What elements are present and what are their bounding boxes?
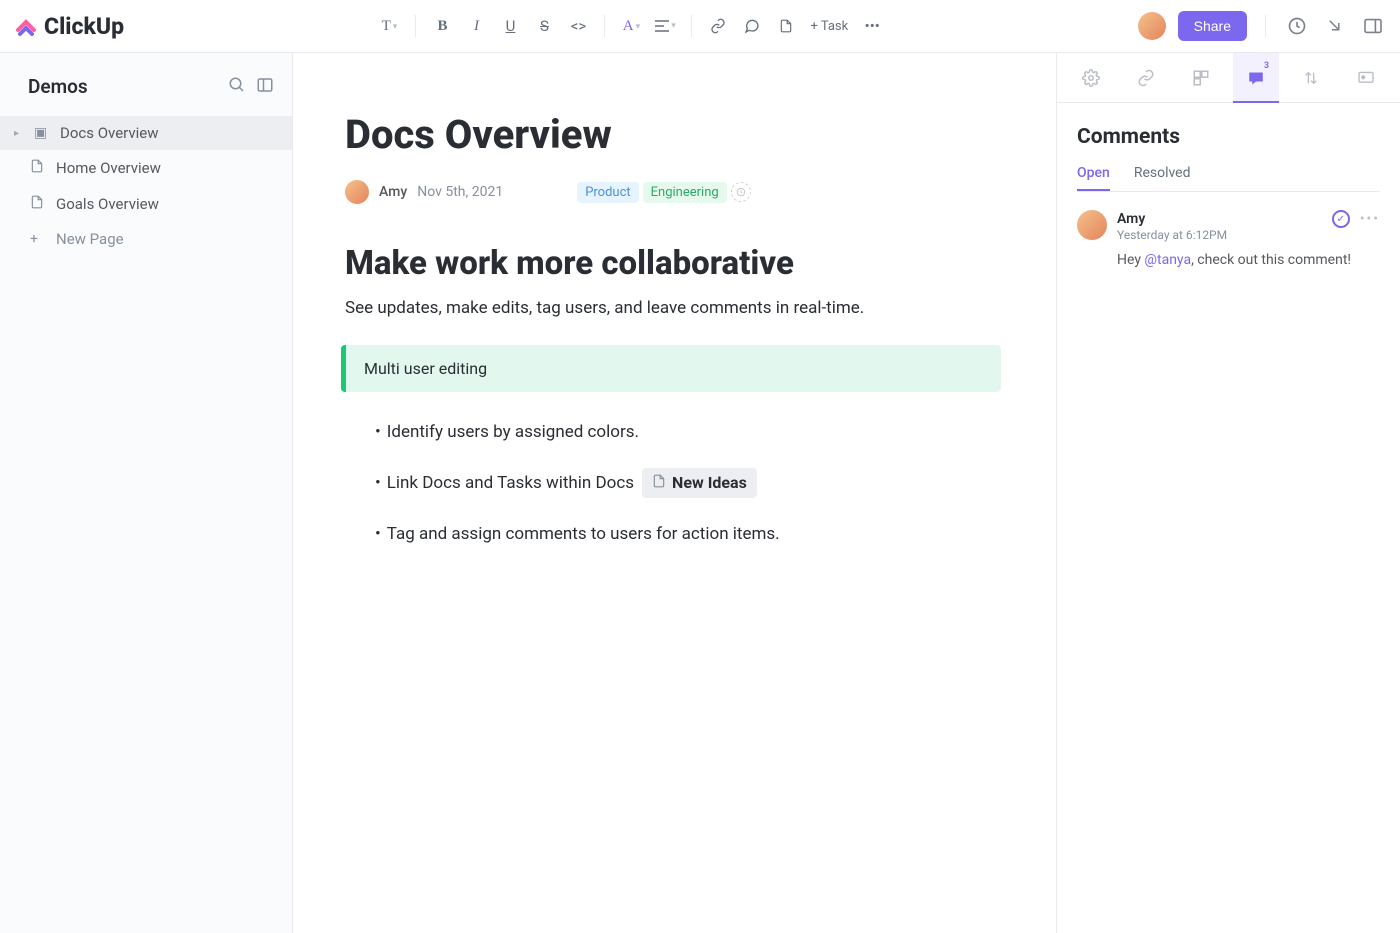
topbar-right: Share <box>1138 11 1386 41</box>
sidebar-item-label: Docs Overview <box>60 124 159 142</box>
brand-name: ClickUp <box>44 13 124 40</box>
text-style-button[interactable]: T▾ <box>375 12 403 40</box>
sidebar-item-goals-overview[interactable]: Goals Overview <box>0 186 292 222</box>
export-icon[interactable] <box>1322 13 1348 39</box>
caret-icon: ▸ <box>14 128 24 139</box>
comments-title: Comments <box>1077 125 1380 149</box>
space-title: Demos <box>28 75 88 98</box>
doc-list: Identify users by assigned colors. Link … <box>345 422 993 544</box>
inline-task-chip[interactable]: New Ideas <box>642 468 757 498</box>
document-area: Docs Overview Amy Nov 5th, 2021 Product … <box>293 53 1400 933</box>
doc-icon: ▣ <box>34 125 50 141</box>
doc-heading[interactable]: Make work more collaborative <box>345 244 993 283</box>
attach-button[interactable] <box>772 12 800 40</box>
plus-icon: + <box>30 231 46 247</box>
history-icon[interactable] <box>1284 13 1310 39</box>
add-task-button[interactable]: + Task <box>806 19 852 34</box>
separator <box>691 15 692 37</box>
top-toolbar: ClickUp T▾ B I U S <> A▾ ▾ + Task ••• Sh… <box>0 0 1400 53</box>
sidebar-item-label: Home Overview <box>56 159 161 177</box>
comment-more-icon[interactable]: ••• <box>1360 211 1380 227</box>
separator <box>1265 15 1266 37</box>
comment-avatar <box>1077 210 1107 240</box>
sidebar-item-label: Goals Overview <box>56 195 159 213</box>
strikethrough-button[interactable]: S <box>530 12 558 40</box>
comment-author: Amy <box>1117 211 1145 227</box>
callout-block[interactable]: Multi user editing <box>341 345 1001 392</box>
resolve-comment-icon[interactable]: ✓ <box>1332 210 1350 228</box>
sidebar-item-home-overview[interactable]: Home Overview <box>0 150 292 186</box>
rail-tab-templates[interactable] <box>1178 53 1224 103</box>
comments-tab-open[interactable]: Open <box>1077 165 1110 191</box>
doc-meta: Amy Nov 5th, 2021 Product Engineering <box>345 180 993 204</box>
comment-button[interactable] <box>738 12 766 40</box>
add-tag-button[interactable] <box>731 182 751 202</box>
comments-pane: Comments Open Resolved Amy ✓ ••• <box>1057 103 1400 290</box>
doc-title[interactable]: Docs Overview <box>345 111 993 158</box>
comment-filter-tabs: Open Resolved <box>1077 165 1380 192</box>
rail-tab-activity[interactable] <box>1288 53 1334 103</box>
sidebar: Demos ▸ ▣ Docs Overview Home Overview <box>0 53 293 933</box>
list-item[interactable]: Identify users by assigned colors. <box>375 422 993 442</box>
rail-tab-relationships[interactable] <box>1123 53 1169 103</box>
comments-tab-resolved[interactable]: Resolved <box>1134 165 1191 191</box>
logo-mark-icon <box>14 14 38 38</box>
tag-engineering[interactable]: Engineering <box>643 182 727 203</box>
comments-badge: 3 <box>1264 61 1269 71</box>
rail-tab-more[interactable] <box>1343 53 1389 103</box>
code-button[interactable]: <> <box>564 12 592 40</box>
comment-text: Hey @tanya, check out this comment! <box>1117 252 1380 268</box>
text-color-button[interactable]: A▾ <box>617 12 645 40</box>
comment-item[interactable]: Amy ✓ ••• Yesterday at 6:12PM Hey @tanya… <box>1077 210 1380 268</box>
author-avatar[interactable] <box>345 180 369 204</box>
formatting-toolbar: T▾ B I U S <> A▾ ▾ + Task ••• <box>124 12 1138 40</box>
doc-author: Amy <box>379 184 407 200</box>
doc-date: Nov 5th, 2021 <box>417 184 503 200</box>
brand-logo[interactable]: ClickUp <box>14 13 124 40</box>
list-item[interactable]: Tag and assign comments to users for act… <box>375 524 993 544</box>
separator <box>415 15 416 37</box>
link-button[interactable] <box>704 12 732 40</box>
doc-icon <box>30 158 46 178</box>
right-rail: 3 Comments Open Resolved <box>1056 53 1400 933</box>
search-icon[interactable] <box>228 76 246 98</box>
share-button[interactable]: Share <box>1178 11 1247 41</box>
inline-task-label: New Ideas <box>672 473 747 492</box>
list-item[interactable]: Link Docs and Tasks within Docs New Idea… <box>375 468 993 498</box>
sidebar-new-page[interactable]: + New Page <box>0 222 292 256</box>
doc-icon <box>652 473 666 493</box>
sidebar-item-docs-overview[interactable]: ▸ ▣ Docs Overview <box>0 116 292 150</box>
doc-icon <box>30 194 46 214</box>
rail-tabs: 3 <box>1057 53 1400 103</box>
collapse-sidebar-icon[interactable] <box>256 76 274 98</box>
rail-tab-settings[interactable] <box>1068 53 1114 103</box>
panel-toggle-icon[interactable] <box>1360 13 1386 39</box>
rail-tab-comments[interactable]: 3 <box>1233 53 1279 103</box>
underline-button[interactable]: U <box>496 12 524 40</box>
separator <box>604 15 605 37</box>
user-avatar[interactable] <box>1138 12 1166 40</box>
bold-button[interactable]: B <box>428 12 456 40</box>
align-button[interactable]: ▾ <box>651 12 679 40</box>
mention[interactable]: @tanya <box>1144 252 1191 268</box>
comment-time: Yesterday at 6:12PM <box>1117 228 1380 242</box>
sidebar-item-label: New Page <box>56 230 124 248</box>
italic-button[interactable]: I <box>462 12 490 40</box>
tag-product[interactable]: Product <box>577 182 638 203</box>
callout-text: Multi user editing <box>364 359 487 378</box>
doc-paragraph[interactable]: See updates, make edits, tag users, and … <box>345 297 993 321</box>
more-button[interactable]: ••• <box>858 12 886 40</box>
